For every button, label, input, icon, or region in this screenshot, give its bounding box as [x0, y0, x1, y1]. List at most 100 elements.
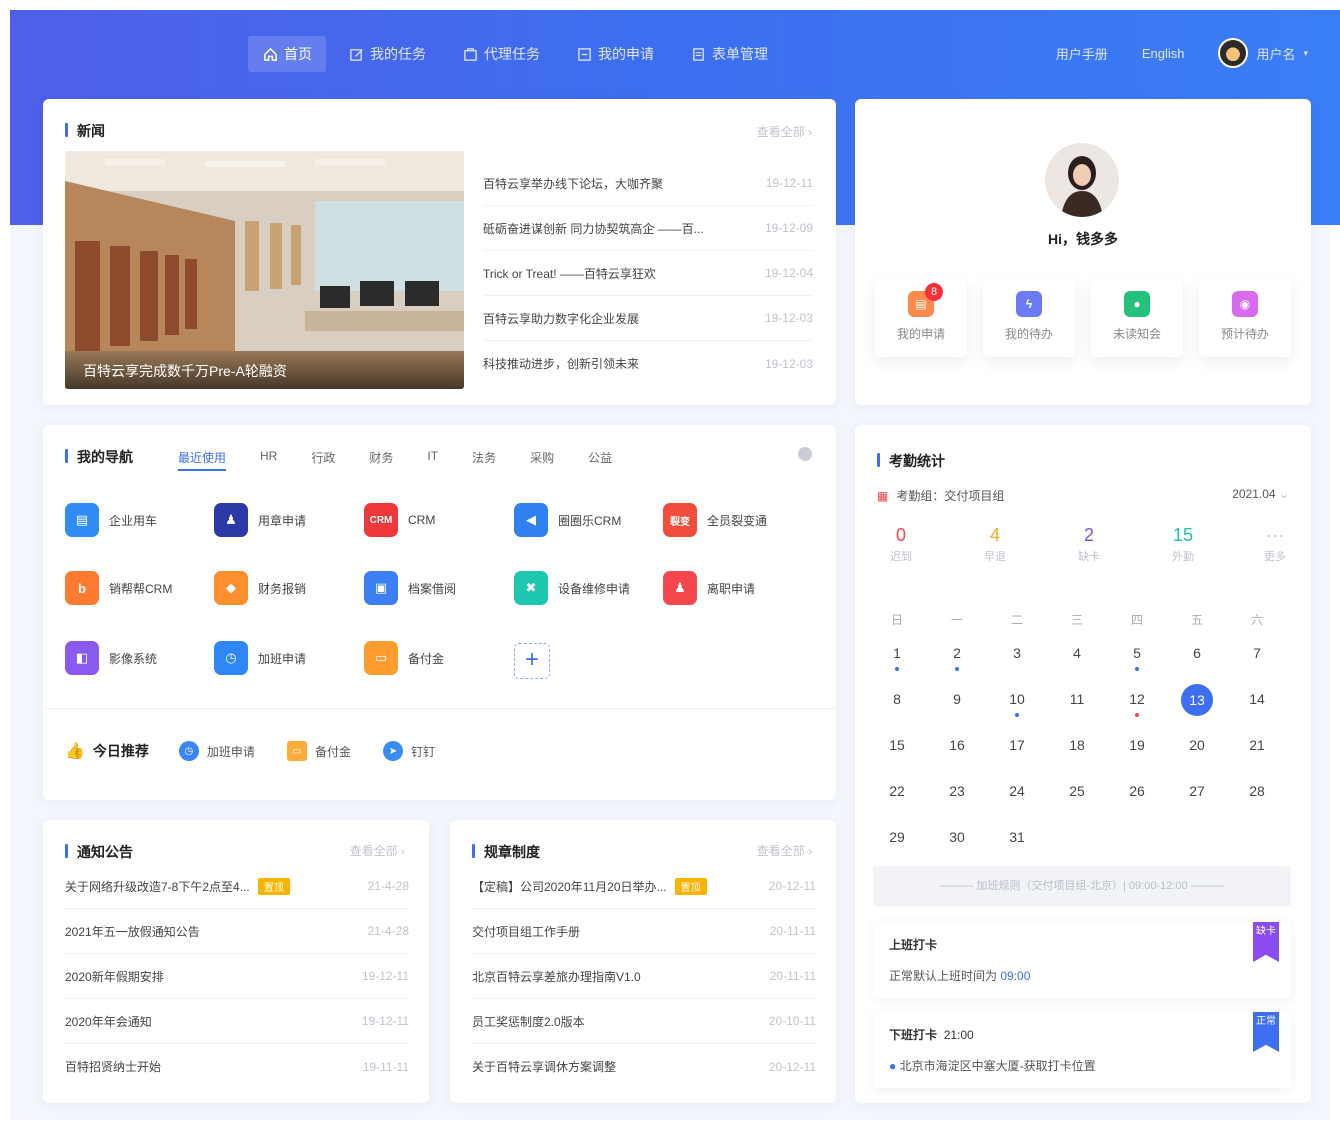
- list-item-date: 20-11-11: [769, 969, 816, 983]
- attendance-stat[interactable]: 4 早退: [965, 525, 1025, 564]
- app-shortcut[interactable]: ▤ 企业用车: [65, 503, 157, 537]
- quick-my-apply[interactable]: ▤ 我的申请 8: [875, 279, 967, 357]
- calendar-day[interactable]: 1: [867, 635, 927, 681]
- nav-my-tasks[interactable]: 我的任务: [334, 36, 440, 72]
- app-shortcut[interactable]: ♟ 离职申请: [663, 571, 755, 605]
- list-item[interactable]: 员工奖惩制度2.0版本 20-10-11: [472, 999, 816, 1044]
- app-label: 备付金: [408, 651, 445, 666]
- calendar-day[interactable]: 10: [987, 681, 1047, 727]
- calendar-day[interactable]: 7: [1227, 635, 1287, 681]
- calendar-day[interactable]: 13: [1167, 681, 1227, 727]
- attendance-stat[interactable]: ··· 更多: [1245, 525, 1305, 564]
- list-item[interactable]: 关于网络升级改造7-8下午2点至4... 置顶 21-4-28: [65, 864, 409, 909]
- news-view-all[interactable]: 查看全部 ›: [757, 123, 812, 140]
- news-item[interactable]: Trick or Treat! ——百特云享狂欢 19-12-04: [483, 251, 813, 296]
- calendar-day[interactable]: 28: [1227, 773, 1287, 819]
- calendar-day[interactable]: 15: [867, 727, 927, 773]
- calendar-day[interactable]: 23: [927, 773, 987, 819]
- app-shortcut[interactable]: b 销帮帮CRM: [65, 571, 172, 605]
- quick-expected-todo[interactable]: ◉ 预计待办: [1199, 279, 1291, 357]
- list-item[interactable]: 百特招贤纳士开始 19-11-11: [65, 1044, 409, 1089]
- gear-icon[interactable]: [798, 447, 812, 461]
- list-item[interactable]: 交付项目组工作手册 20-11-11: [472, 909, 816, 954]
- nav-home[interactable]: 首页: [248, 36, 326, 72]
- calendar-day[interactable]: 19: [1107, 727, 1167, 773]
- nav-form-manage[interactable]: 表单管理: [676, 36, 782, 72]
- add-app-button[interactable]: +: [514, 643, 550, 679]
- tab-purchase[interactable]: 采购: [516, 449, 574, 472]
- language-switch[interactable]: English: [1142, 46, 1185, 61]
- calendar-day[interactable]: 12: [1107, 681, 1167, 727]
- calendar-day[interactable]: 11: [1047, 681, 1107, 727]
- app-shortcut[interactable]: 裂变 全员裂变通: [663, 503, 767, 537]
- checkin-text: 正常默认上班时间为: [889, 969, 998, 983]
- calendar-day[interactable]: 3: [987, 635, 1047, 681]
- month-picker[interactable]: 2021.04 ⌄: [1232, 487, 1289, 501]
- app-shortcut[interactable]: ◆ 财务报销: [214, 571, 306, 605]
- calendar-day[interactable]: 17: [987, 727, 1047, 773]
- calendar-day[interactable]: 24: [987, 773, 1047, 819]
- calendar-day[interactable]: 21: [1227, 727, 1287, 773]
- calendar-day[interactable]: 27: [1167, 773, 1227, 819]
- list-item[interactable]: 2021年五一放假通知公告 21-4-28: [65, 909, 409, 954]
- list-item[interactable]: 【定稿】公司2020年11月20日举办... 置顶 20-12-11: [472, 864, 816, 909]
- notice-view-all[interactable]: 查看全部 ›: [350, 842, 405, 859]
- rules-view-all[interactable]: 查看全部 ›: [757, 842, 812, 859]
- calendar-day[interactable]: 14: [1227, 681, 1287, 727]
- calendar-day[interactable]: 16: [927, 727, 987, 773]
- calendar-day[interactable]: 8: [867, 681, 927, 727]
- app-shortcut[interactable]: CRM CRM: [364, 503, 435, 537]
- calendar-day[interactable]: 30: [927, 819, 987, 865]
- tab-recent[interactable]: 最近使用: [178, 449, 246, 472]
- calendar-day[interactable]: 26: [1107, 773, 1167, 819]
- calendar-day[interactable]: 20: [1167, 727, 1227, 773]
- recommend-item[interactable]: ➤ 钉钉: [382, 741, 435, 761]
- recommend-item[interactable]: ◷ 加班申请: [178, 741, 255, 761]
- calendar-day[interactable]: 4: [1047, 635, 1107, 681]
- tab-charity[interactable]: 公益: [574, 449, 632, 472]
- apply-icon: [576, 46, 592, 62]
- nav-my-apply[interactable]: 我的申请: [562, 36, 668, 72]
- calendar-day[interactable]: 31: [987, 819, 1047, 865]
- calendar-day[interactable]: 2: [927, 635, 987, 681]
- attendance-stat[interactable]: 0 迟到: [871, 525, 931, 564]
- recommend-item[interactable]: ▭ 备付金: [286, 741, 351, 761]
- tab-finance[interactable]: 财务: [355, 449, 413, 472]
- quick-unread-notice[interactable]: ● 未读知会: [1091, 279, 1183, 357]
- app-shortcut[interactable]: ✖ 设备维修申请: [514, 571, 630, 605]
- calendar-day[interactable]: 9: [927, 681, 987, 727]
- app-shortcut[interactable]: ◧ 影像系统: [65, 641, 157, 675]
- app-shortcut[interactable]: ♟ 用章申请: [214, 503, 306, 537]
- tab-hr[interactable]: HR: [246, 449, 297, 472]
- calendar-day[interactable]: 29: [867, 819, 927, 865]
- checkout-location[interactable]: ● 北京市海淀区中塞大厦-获取打卡位置: [889, 1057, 1275, 1074]
- list-item[interactable]: 北京百特云享差旅办理指南V1.0 20-11-11: [472, 954, 816, 999]
- news-item[interactable]: 百特云享助力数字化企业发展 19-12-03: [483, 296, 813, 341]
- app-shortcut[interactable]: ◀ 圈圈乐CRM: [514, 503, 621, 537]
- calendar-day[interactable]: 25: [1047, 773, 1107, 819]
- news-cover-image[interactable]: 百特云享完成数千万Pre-A轮融资: [65, 151, 464, 389]
- news-item[interactable]: 百特云享举办线下论坛，大咖齐聚 19-12-11: [483, 161, 813, 206]
- profile-avatar[interactable]: [1045, 143, 1119, 217]
- user-manual-link[interactable]: 用户手册: [1056, 44, 1108, 63]
- user-menu[interactable]: 用户名 ▾: [1218, 38, 1308, 68]
- attendance-stat[interactable]: 2 缺卡: [1059, 525, 1119, 564]
- list-item[interactable]: 2020年年会通知 19-12-11: [65, 999, 409, 1044]
- app-shortcut[interactable]: ▣ 档案借阅: [364, 571, 456, 605]
- calendar-day[interactable]: 18: [1047, 727, 1107, 773]
- attendance-stat[interactable]: 15 外勤: [1153, 525, 1213, 564]
- list-item[interactable]: 关于百特云享调休方案调整 20-12-11: [472, 1044, 816, 1089]
- list-item[interactable]: 2020新年假期安排 19-12-11: [65, 954, 409, 999]
- app-shortcut[interactable]: ◷ 加班申请: [214, 641, 306, 675]
- news-item[interactable]: 科技推动进步，创新引领未来 19-12-03: [483, 341, 813, 386]
- news-item[interactable]: 砥砺奋进谋创新 同力协契筑高企 ——百... 19-12-09: [483, 206, 813, 251]
- tab-legal[interactable]: 法务: [458, 449, 516, 472]
- calendar-day[interactable]: 22: [867, 773, 927, 819]
- app-shortcut[interactable]: ▭ 备付金: [364, 641, 444, 675]
- calendar-day[interactable]: 5: [1107, 635, 1167, 681]
- calendar-day[interactable]: 6: [1167, 635, 1227, 681]
- tab-it[interactable]: IT: [413, 449, 458, 472]
- quick-my-todo[interactable]: ϟ 我的待办: [983, 279, 1075, 357]
- tab-admin[interactable]: 行政: [297, 449, 355, 472]
- nav-proxy-tasks[interactable]: 代理任务: [448, 36, 554, 72]
